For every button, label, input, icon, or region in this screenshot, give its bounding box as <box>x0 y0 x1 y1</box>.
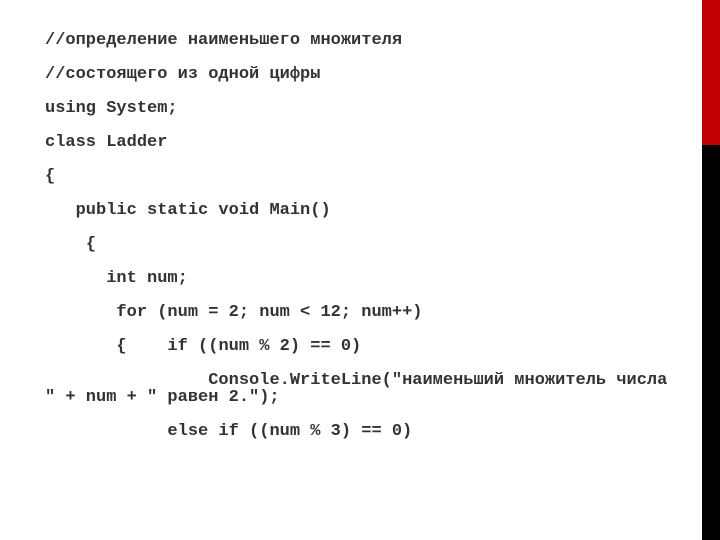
code-line: int num; <box>45 270 675 287</box>
code-line: //определение наименьшего множителя <box>45 32 675 49</box>
code-line: { <box>45 236 675 253</box>
code-line: Console.WriteLine("наименьший множитель … <box>45 372 675 406</box>
code-line: { <box>45 168 675 185</box>
code-line: using System; <box>45 100 675 117</box>
code-line: else if ((num % 3) == 0) <box>45 423 675 440</box>
accent-bar-black <box>702 145 720 540</box>
code-line: for (num = 2; num < 12; num++) <box>45 304 675 321</box>
code-content: //определение наименьшего множителя //со… <box>0 0 720 440</box>
code-line: public static void Main() <box>45 202 675 219</box>
code-line: class Ladder <box>45 134 675 151</box>
code-line: { if ((num % 2) == 0) <box>45 338 675 355</box>
code-line: //состоящего из одной цифры <box>45 66 675 83</box>
accent-bar-red <box>702 0 720 145</box>
